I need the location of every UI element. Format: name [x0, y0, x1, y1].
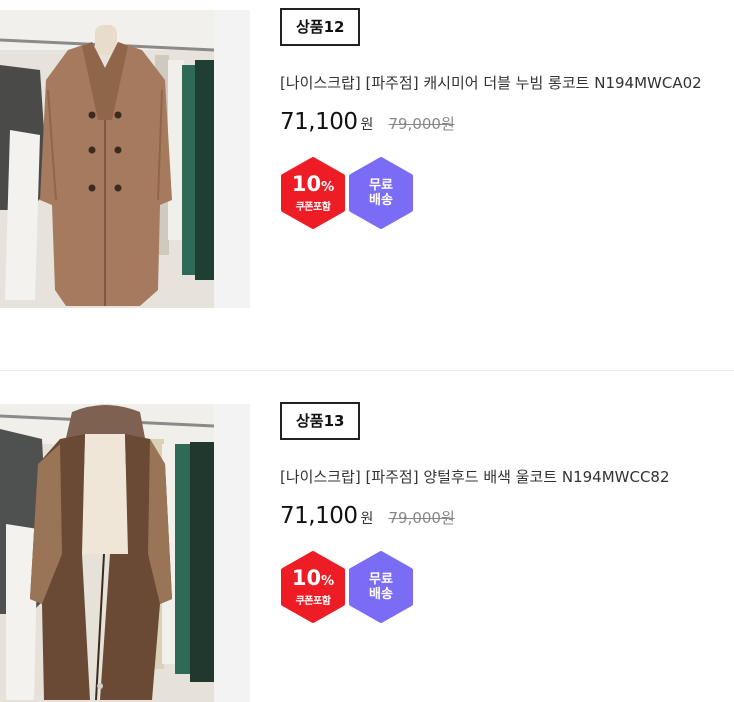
original-price: 79,000원 [388, 509, 455, 527]
product-card: 상품12 [나이스크랍] [파주점] 캐시미어 더블 누빔 롱코트 N194MW… [0, 0, 734, 308]
shipping-label-line1: 무료 [369, 572, 393, 587]
percent-sign: % [321, 573, 335, 589]
camel-double-coat-image [0, 10, 215, 308]
product-number-tag: 상품13 [280, 402, 361, 440]
divider [0, 370, 734, 371]
product-title[interactable]: [나이스크랍] [파주점] 양털후드 배색 울코트 N194MWCC82 [280, 466, 730, 487]
shearling-hood-coat-image [0, 404, 215, 702]
product-title[interactable]: [나이스크랍] [파주점] 캐시미어 더블 누빔 롱코트 N194MWCA02 [280, 72, 730, 93]
product-card: 상품13 [나이스크랍] [파주점] 양털후드 배색 울코트 N194MWCC8… [0, 392, 734, 702]
price-row: 71,100 원 79,000원 [280, 109, 730, 141]
coupon-badge: 10% 쿠폰포함 [280, 551, 346, 623]
product-number-tag: 상품12 [280, 8, 361, 46]
coupon-label: 쿠폰포함 [295, 595, 331, 607]
shipping-label-line2: 배송 [369, 587, 393, 602]
shipping-label-line2: 배송 [369, 193, 393, 208]
free-shipping-badge: 무료 배송 [348, 157, 414, 229]
product-info: 상품12 [나이스크랍] [파주점] 캐시미어 더블 누빔 롱코트 N194MW… [280, 8, 730, 229]
badge-row: 10% 쿠폰포함 무료 배송 [280, 551, 730, 623]
product-image[interactable] [0, 404, 250, 702]
coupon-badge: 10% 쿠폰포함 [280, 157, 346, 229]
price-unit: 원 [360, 511, 374, 527]
percent-sign: % [321, 179, 335, 195]
price-row: 71,100 원 79,000원 [280, 503, 730, 535]
badge-row: 10% 쿠폰포함 무료 배송 [280, 157, 730, 229]
sale-price: 71,100 [280, 109, 358, 135]
coupon-percent: 10 [291, 171, 322, 196]
product-image[interactable] [0, 10, 250, 308]
product-info: 상품13 [나이스크랍] [파주점] 양털후드 배색 울코트 N194MWCC8… [280, 402, 730, 623]
price-unit: 원 [360, 117, 374, 133]
original-price: 79,000원 [388, 115, 455, 133]
coupon-percent: 10 [291, 565, 322, 590]
free-shipping-badge: 무료 배송 [348, 551, 414, 623]
shipping-label-line1: 무료 [369, 178, 393, 193]
sale-price: 71,100 [280, 503, 358, 529]
coupon-label: 쿠폰포함 [295, 201, 331, 213]
